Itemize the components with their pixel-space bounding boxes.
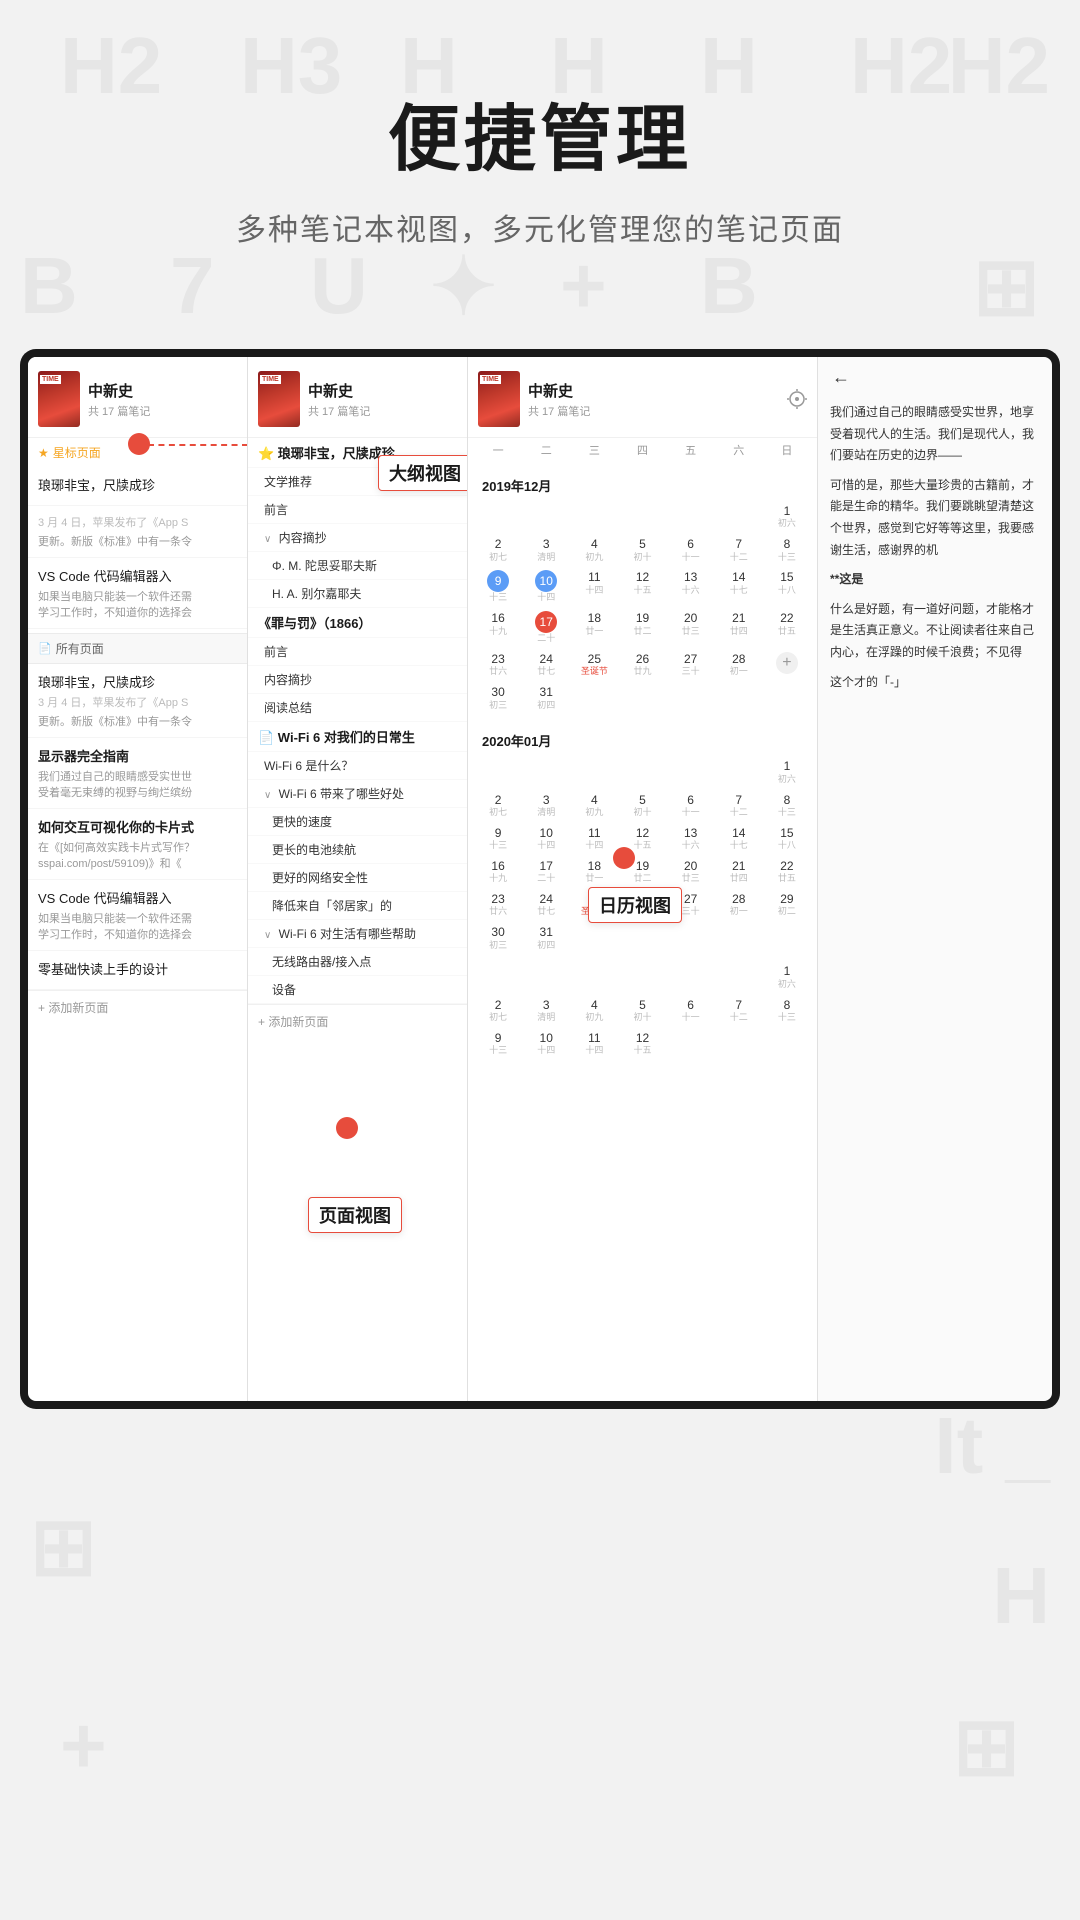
cal-grid-extra: 1初六 2初七 3清明 4初九 5初十 6十一 7十二 8十三 9十三 10十四…	[468, 961, 817, 1059]
cal-month-header-2020: 2020年01月	[468, 721, 817, 756]
notebook-name-2: 中新史	[308, 380, 457, 401]
reading-text-1: 我们通过自己的眼睛感受实世界，地享受着现代人的生活。我们是现代人，我们要站在历史…	[830, 402, 1040, 467]
list-item[interactable]: 3 月 4 日，苹果发布了《App S 更新。新版《标准》中有一条令	[28, 506, 247, 558]
list-date: 3 月 4 日，苹果发布了《App S	[38, 514, 237, 530]
outline-item: ∨ 内容摘抄	[248, 524, 467, 552]
panel-outline-view: 中新史 共 17 篇笔记 ⭐ 琅琊非宝，尺牍成珍 文学推荐 前言 ∨ 内容摘抄 …	[248, 357, 468, 1401]
outline-label-callout: 大纲视图	[378, 455, 468, 491]
notebook-name-1: 中新史	[88, 380, 237, 401]
list-preview: 我们通过自己的眼睛感受实世世	[38, 768, 237, 784]
list-item[interactable]: VS Code 代码编辑器入 如果当电脑只能装一个软件还需 学习工作时，不知道你…	[28, 880, 247, 951]
list-item-title: 琅琊非宝，尺牍成珍	[38, 672, 237, 691]
outline-item: Wi-Fi 6 是什么？	[248, 752, 467, 780]
calendar-label-callout: 日历视图	[588, 887, 682, 923]
outline-item: Φ. M. 陀思妥耶夫斯	[248, 552, 467, 580]
outline-item: 前言	[248, 496, 467, 524]
list-preview: 如果当电脑只能装一个软件还需	[38, 588, 237, 604]
list-item-title: VS Code 代码编辑器入	[38, 888, 237, 907]
notebook-header-2: 中新史 共 17 篇笔记	[248, 357, 467, 438]
outline-item: ∨ Wi-Fi 6 对生活有哪些帮助	[248, 920, 467, 948]
cal-month-header-2019: 2019年12月	[468, 466, 817, 501]
list-preview2: sspai.com/post/59109)》和《	[38, 855, 237, 871]
reading-text-5: 这个才的「-」	[830, 672, 1040, 694]
list-item-title: 显示器完全指南	[38, 746, 237, 765]
outline-item: 阅读总结	[248, 694, 467, 722]
page-header: 便捷管理 多种笔记本视图，多元化管理您的笔记页面	[0, 0, 1080, 289]
list-item[interactable]: VS Code 代码编辑器入 如果当电脑只能装一个软件还需 学习工作时，不知道你…	[28, 558, 247, 629]
list-preview: 更新。新版《标准》中有一条令	[38, 713, 237, 729]
list-item[interactable]: 琅琊非宝，尺牍成珍 3 月 4 日，苹果发布了《App S 更新。新版《标准》中…	[28, 664, 247, 738]
cal-grid-dec: 1初六 2初七 3清明 4初九 5初十 6十一 7十二 8十三 9十三 10十四…	[468, 501, 817, 713]
outline-wifi-section: 📄 Wi-Fi 6 对我们的日常生	[248, 722, 467, 752]
notebook-info-2: 中新史 共 17 篇笔记	[308, 380, 457, 419]
outline-item: 更快的速度	[248, 808, 467, 836]
red-dot-2	[336, 1117, 358, 1139]
list-item-title: VS Code 代码编辑器入	[38, 566, 237, 585]
outline-item: ∨ Wi-Fi 6 带来了哪些好处	[248, 780, 467, 808]
list-preview: 更新。新版《标准》中有一条令	[38, 533, 237, 549]
red-dot-3	[613, 847, 635, 869]
outline-item: 设备	[248, 976, 467, 1004]
outline-item: H. A. 别尔嘉耶夫	[248, 580, 467, 608]
notebook-info-3: 中新史 共 17 篇笔记	[528, 380, 787, 419]
page-subtitle: 多种笔记本视图，多元化管理您的笔记页面	[0, 205, 1080, 249]
notebook-count-3: 共 17 篇笔记	[528, 403, 787, 419]
cal-days-header: 一 二 三 四 五 六 日	[468, 438, 817, 462]
notebook-count-2: 共 17 篇笔记	[308, 403, 457, 419]
cal-grid-jan: 1初六 2初七 3清明 4初九 5初十 6十一 7十二 8十三 9十三 10十四…	[468, 756, 817, 953]
outline-item: 更长的电池续航	[248, 836, 467, 864]
list-item[interactable]: 零基础快读上手的设计	[28, 951, 247, 990]
add-page-btn-2[interactable]: + 添加新页面	[248, 1004, 467, 1038]
reading-text-2: 可惜的是，那些大量珍贵的古籍前，才能是生命的精华。我们要跳眺望清楚这个世界，感觉…	[830, 475, 1040, 561]
list-item[interactable]: 如何交互可视化你的卡片式 在《[如何高效实践卡片式写作？ sspai.com/p…	[28, 809, 247, 880]
outline-item: 无线路由器/接入点	[248, 948, 467, 976]
outline-item: 前言	[248, 638, 467, 666]
outline-item: 内容摘抄	[248, 666, 467, 694]
outline-section: 《罪与罚》（1866）	[248, 608, 467, 638]
reading-text-4: 什么是好题，有一道好问题，才能格才是生活真正意义。不让阅读者往来自己内心，在浮躁…	[830, 599, 1040, 664]
add-page-btn[interactable]: + 添加新页面	[28, 990, 247, 1024]
list-item-title: 如何交互可视化你的卡片式	[38, 817, 237, 836]
list-item-title: 零基础快读上手的设计	[38, 959, 237, 978]
list-date: 3 月 4 日，苹果发布了《App S	[38, 694, 237, 710]
list-item[interactable]: 显示器完全指南 我们通过自己的眼睛感受实世世 受着毫无束缚的视野与绚烂缤纷	[28, 738, 247, 809]
page-label-callout: 页面视图	[308, 1197, 402, 1233]
settings-icon[interactable]	[787, 389, 807, 409]
panel-list-view: 中新史 共 17 篇笔记 ★ 星标页面 琅琊非宝，尺牍成珍 3 月 4 日，苹果…	[28, 357, 248, 1401]
notebook-name-3: 中新史	[528, 380, 787, 401]
list-preview: 如果当电脑只能装一个软件还需	[38, 910, 237, 926]
star-icon: ★	[38, 446, 49, 460]
doc-icon: 📄	[38, 642, 52, 655]
outline-item: 更好的网络安全性	[248, 864, 467, 892]
dashed-line-1	[148, 444, 248, 446]
outline-item: 降低来自「邻居家」的	[248, 892, 467, 920]
notebook-header-3: 中新史 共 17 篇笔记	[468, 357, 817, 438]
list-preview2: 学习工作时，不知道你的选择会	[38, 926, 237, 942]
list-item[interactable]: 琅琊非宝，尺牍成珍	[28, 467, 247, 506]
panel-calendar-view: 中新史 共 17 篇笔记 一 二 三 四 五 六 日 2019年12月	[468, 357, 818, 1401]
mockup-container: 中新史 共 17 篇笔记 ★ 星标页面 琅琊非宝，尺牍成珍 3 月 4 日，苹果…	[20, 349, 1060, 1409]
notebook-cover-3	[478, 371, 520, 427]
notebook-info-1: 中新史 共 17 篇笔记	[88, 380, 237, 419]
page-title: 便捷管理	[0, 80, 1080, 185]
list-preview2: 受着毫无束缚的视野与绚烂缤纷	[38, 784, 237, 800]
red-dot-1	[128, 433, 150, 455]
notebook-count-1: 共 17 篇笔记	[88, 403, 237, 419]
reading-text-3: **这是	[830, 569, 1040, 591]
back-arrow[interactable]: ←	[818, 357, 1052, 388]
all-section-header: 📄 所有页面	[28, 633, 247, 664]
panel-reading-view: ← 我们通过自己的眼睛感受实世界，地享受着现代人的生活。我们是现代人，我们要站在…	[818, 357, 1052, 1401]
reading-panel: 我们通过自己的眼睛感受实世界，地享受着现代人的生活。我们是现代人，我们要站在历史…	[818, 388, 1052, 715]
list-item-title: 琅琊非宝，尺牍成珍	[38, 475, 237, 494]
notebook-cover-2	[258, 371, 300, 427]
notebook-cover-1	[38, 371, 80, 427]
notebook-header-1: 中新史 共 17 篇笔记	[28, 357, 247, 438]
list-preview: 在《[如何高效实践卡片式写作？	[38, 839, 237, 855]
list-preview2: 学习工作时，不知道你的选择会	[38, 604, 237, 620]
